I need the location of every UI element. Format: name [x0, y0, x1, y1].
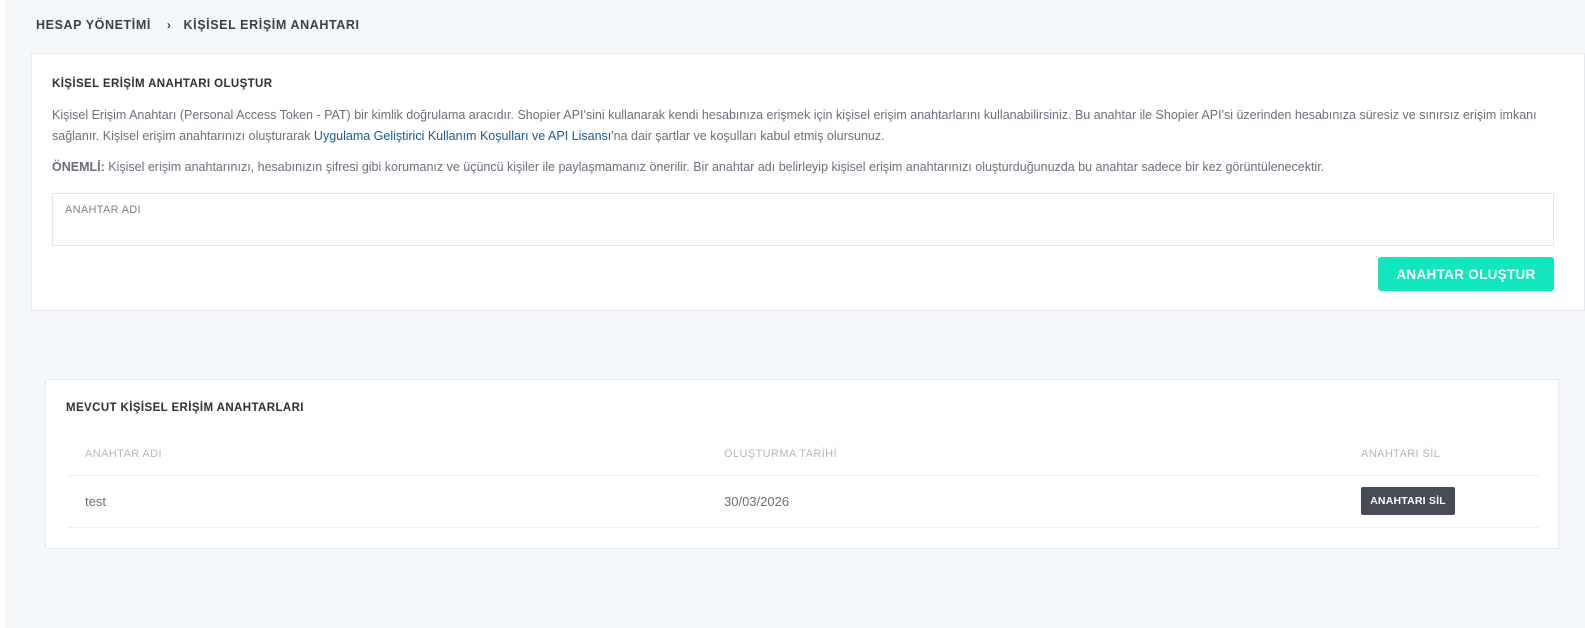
- existing-tokens-card: MEVCUT KİŞİSEL ERİŞİM ANAHTARLARI ANAHTA…: [45, 379, 1559, 549]
- column-header-name: ANAHTAR ADI: [85, 448, 162, 460]
- table-header: ANAHTAR ADI OLUŞTURMA TARİHİ ANAHTARI Sİ…: [68, 438, 1539, 476]
- create-token-card: KİŞİSEL ERİŞİM ANAHTARI OLUŞTUR Kişisel …: [31, 53, 1585, 311]
- token-name-field[interactable]: ANAHTAR ADI: [52, 193, 1554, 246]
- table-row: test 30/03/2026 ANAHTARI SİL: [68, 476, 1539, 528]
- important-note: ÖNEMLİ: Kişisel erişim anahtarınızı, hes…: [52, 157, 1558, 178]
- column-header-delete: ANAHTARI SİL: [1361, 448, 1441, 460]
- existing-tokens-title: MEVCUT KİŞİSEL ERİŞİM ANAHTARLARI: [66, 402, 304, 414]
- page-background: HESAP YÖNETİMİ › KİŞİSEL ERİŞİM ANAHTARI…: [5, 0, 1585, 628]
- chevron-right-icon: ›: [166, 18, 172, 32]
- breadcrumb-current: KİŞİSEL ERİŞİM ANAHTARI: [183, 18, 360, 32]
- token-name-cell: test: [85, 494, 106, 509]
- important-note-text: Kişisel erişim anahtarınızı, hesabınızın…: [104, 160, 1325, 174]
- column-header-date: OLUŞTURMA TARİHİ: [724, 448, 837, 460]
- tokens-table: ANAHTAR ADI OLUŞTURMA TARİHİ ANAHTARI Sİ…: [68, 438, 1539, 528]
- create-token-description: Kişisel Erişim Anahtarı (Personal Access…: [52, 105, 1558, 147]
- breadcrumb: HESAP YÖNETİMİ › KİŞİSEL ERİŞİM ANAHTARI: [36, 18, 360, 32]
- create-token-title: KİŞİSEL ERİŞİM ANAHTARI OLUŞTUR: [52, 78, 273, 90]
- token-date-cell: 30/03/2026: [724, 494, 790, 509]
- token-name-input[interactable]: [65, 220, 1535, 240]
- token-name-label: ANAHTAR ADI: [65, 204, 141, 216]
- terms-link[interactable]: Uygulama Geliştirici Kullanım Koşulları …: [314, 129, 611, 143]
- description-text-end: 'na dair şartlar ve koşulları kabul etmi…: [611, 129, 885, 143]
- breadcrumb-root[interactable]: HESAP YÖNETİMİ: [36, 18, 151, 32]
- create-token-button[interactable]: ANAHTAR OLUŞTUR: [1378, 257, 1554, 291]
- delete-token-button[interactable]: ANAHTARI SİL: [1361, 487, 1455, 515]
- important-note-label: ÖNEMLİ:: [52, 160, 105, 174]
